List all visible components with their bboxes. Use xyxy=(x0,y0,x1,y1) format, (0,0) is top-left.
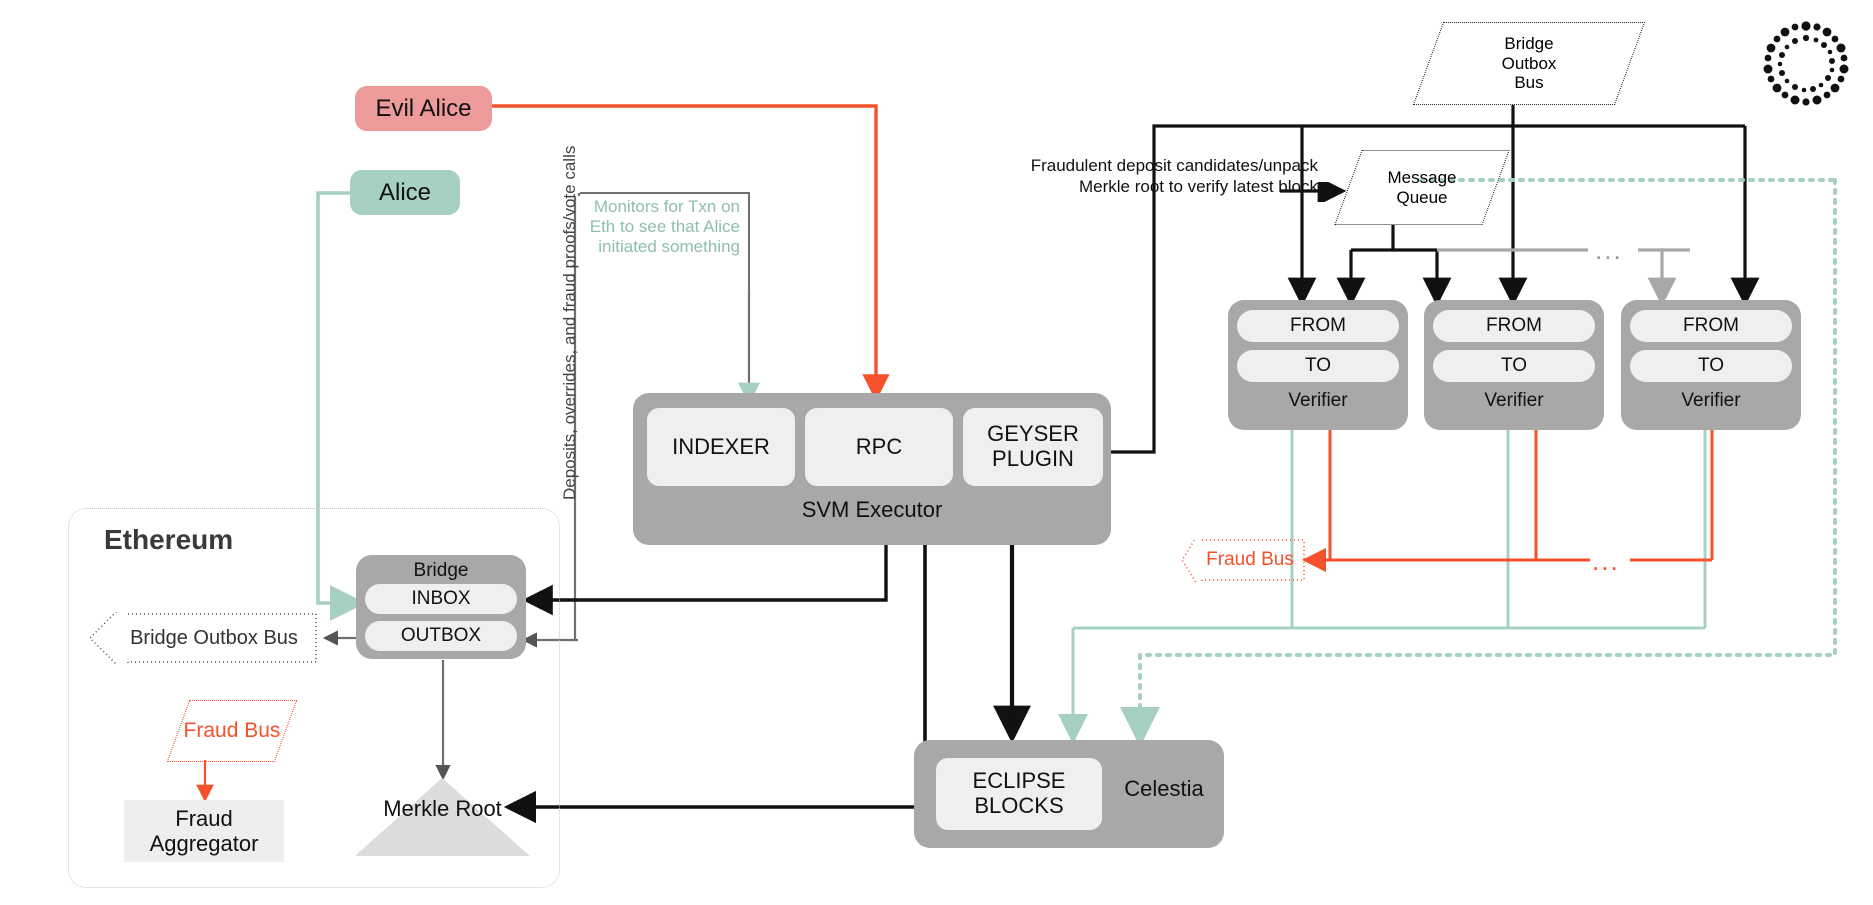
celestia-card[interactable]: ECLIPSE BLOCKS Celestia xyxy=(914,740,1224,848)
bridge-outbox[interactable]: OUTBOX xyxy=(365,621,517,651)
verifier-3-to[interactable]: TO xyxy=(1630,350,1792,382)
fraud-bus-left-label: Fraud Bus xyxy=(183,718,281,742)
svm-executor-label: SVM Executor xyxy=(801,497,943,522)
eclipse-blocks-chip[interactable]: ECLIPSE BLOCKS xyxy=(936,758,1102,830)
actor-evil-alice[interactable]: Evil Alice xyxy=(355,86,492,131)
svm-executor-card[interactable]: INDEXER RPC GEYSER PLUGIN SVM Executor xyxy=(633,393,1111,545)
deposits-overrides-label: Deposits, overrides, and fraud proofs/vo… xyxy=(560,145,579,500)
fraud-bus-ellipsis: ... xyxy=(1592,546,1620,576)
monitor-note-label: Monitors for Txn on Eth to see that Alic… xyxy=(589,197,740,257)
verifier-1-label: Verifier xyxy=(1288,390,1348,411)
bridge-inbox[interactable]: INBOX xyxy=(365,584,517,614)
verifier-1-to[interactable]: TO xyxy=(1237,350,1399,382)
diagram-canvas: Evil Alice Alice Monitors for Txn on Eth… xyxy=(0,0,1873,905)
monitor-note: Monitors for Txn on Eth to see that Alic… xyxy=(580,192,750,292)
actor-alice[interactable]: Alice xyxy=(350,170,460,215)
fraud-bus-right-label: Fraud Bus xyxy=(1206,549,1294,570)
verifier-2-to[interactable]: TO xyxy=(1433,350,1595,382)
svm-component-geyser-plugin[interactable]: GEYSER PLUGIN xyxy=(963,408,1103,486)
bridge-outbox-bus-left-label: Bridge Outbox Bus xyxy=(130,626,298,649)
verifier-ellipsis: ... xyxy=(1595,235,1623,265)
verifier-3-from[interactable]: FROM xyxy=(1630,310,1792,342)
merkle-root-label: Merkle Root xyxy=(383,796,502,821)
fraudulent-deposit-note-line2: Merkle root to verify latest block xyxy=(1078,177,1318,197)
verifier-2-from[interactable]: FROM xyxy=(1433,310,1595,342)
verifier-1-from[interactable]: FROM xyxy=(1237,310,1399,342)
bridge-outbox-bus-left: Bridge Outbox Bus xyxy=(88,612,318,664)
actor-alice-label: Alice xyxy=(378,178,432,206)
verifier-card-1[interactable]: FROM TO Verifier xyxy=(1228,300,1408,430)
fraud-bus-left: Fraud Bus xyxy=(166,700,298,762)
bridge-card[interactable]: Bridge INBOX OUTBOX xyxy=(356,555,526,659)
fraud-bus-right: Fraud Bus xyxy=(1180,538,1306,582)
bridge-label: Bridge xyxy=(413,560,469,581)
verifier-card-3[interactable]: FROM TO Verifier xyxy=(1621,300,1801,430)
eclipse-dotted-circle-logo xyxy=(1760,18,1852,110)
actor-evil-alice-label: Evil Alice xyxy=(375,94,472,122)
celestia-label: Celestia xyxy=(1124,776,1204,801)
fraudulent-deposit-note: Fraudulent deposit candidates/unpack Mer… xyxy=(968,155,1318,198)
message-queue-label: Message Queue xyxy=(1387,167,1457,207)
verifier-3-label: Verifier xyxy=(1681,390,1741,411)
ethereum-title: Ethereum xyxy=(104,524,234,555)
fraud-aggregator[interactable]: Fraud Aggregator xyxy=(124,800,284,862)
fraudulent-deposit-note-line1: Fraudulent deposit candidates/unpack xyxy=(1030,156,1318,175)
message-queue: Message Queue xyxy=(1334,150,1510,225)
svm-component-rpc[interactable]: RPC xyxy=(805,408,953,486)
bridge-outbox-bus-right-label: Bridge Outbox Bus xyxy=(1501,34,1557,93)
merkle-root[interactable]: Merkle Root xyxy=(355,778,530,856)
svm-component-indexer[interactable]: INDEXER xyxy=(647,408,795,486)
verifier-card-2[interactable]: FROM TO Verifier xyxy=(1424,300,1604,430)
bridge-outbox-bus-right: Bridge Outbox Bus xyxy=(1412,22,1646,105)
fraud-aggregator-label: Fraud Aggregator xyxy=(149,805,259,856)
verifier-2-label: Verifier xyxy=(1484,390,1544,411)
